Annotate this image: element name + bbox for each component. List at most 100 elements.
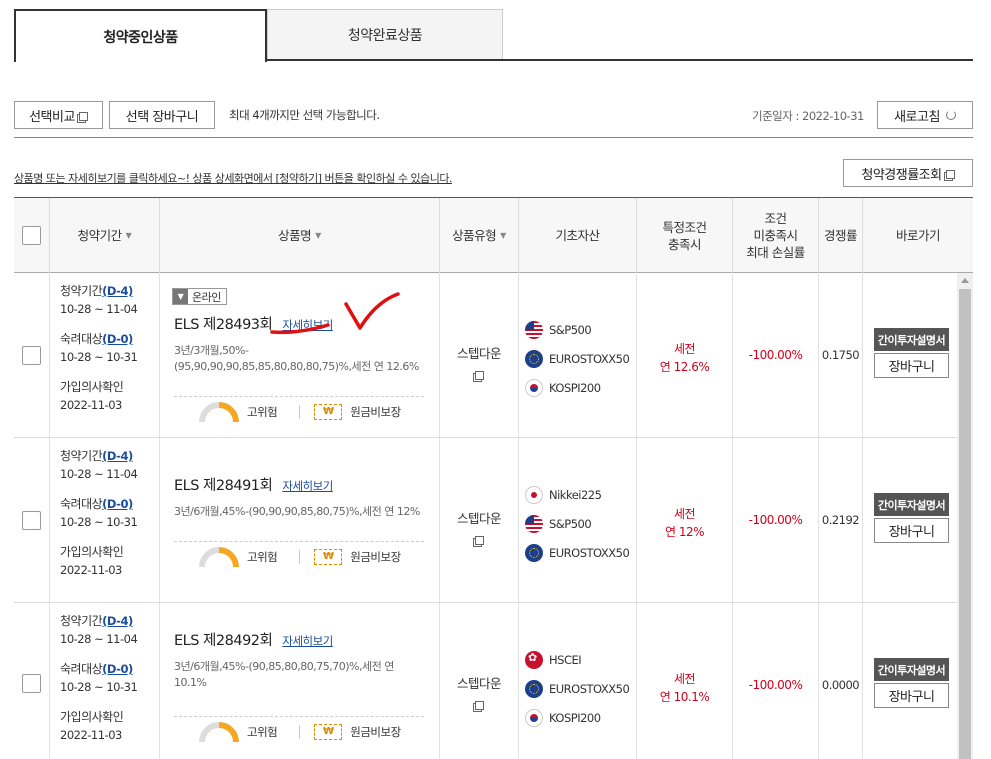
period-dates: 10-28 ~ 11-04	[60, 467, 138, 481]
type-cell: 스텝다운	[440, 438, 519, 602]
prospectus-button[interactable]: 간이투자설명서	[874, 493, 949, 516]
period-dday: (D-4)	[102, 284, 133, 298]
max-loss: -100.00%	[733, 603, 819, 759]
header-type-label: 상품유형	[452, 228, 497, 243]
period-cell: 청약기간(D-4) 10-28 ~ 11-04 숙려대상(D-0) 10-28 …	[50, 438, 160, 602]
row-checkbox[interactable]	[22, 673, 41, 693]
risk-separator	[299, 549, 301, 564]
won-icon: ₩	[314, 548, 343, 565]
scroll-thumb[interactable]	[959, 289, 971, 759]
cart-button-label: 선택 장바구니	[125, 109, 199, 125]
guide-text: 상품명 또는 자세히보기를 클릭하세요~! 상품 상세화면에서 [청약하기] 버…	[14, 172, 452, 185]
asset-item: S&P500	[525, 509, 636, 538]
refresh-button[interactable]: 새로고침	[877, 101, 973, 129]
period-cell: 청약기간(D-4) 10-28 ~ 11-04 숙려대상(D-0) 10-28 …	[50, 603, 160, 759]
header-max-loss: 조건 미충족시 최대 손실률	[733, 198, 819, 273]
us-flag-icon	[525, 514, 543, 533]
max-loss: -100.00%	[733, 273, 819, 437]
asset-item: EUROSTOXX50	[525, 538, 636, 567]
asset-item: KOSPI200	[525, 703, 636, 732]
cart-button[interactable]: 장바구니	[874, 518, 949, 543]
asset-item: S&P500	[525, 315, 636, 344]
row-checkbox[interactable]	[22, 345, 41, 365]
header-loss-line2: 미충족시	[753, 228, 798, 243]
header-period[interactable]: 청약기간 ▼	[50, 198, 160, 273]
product-tabs: 청약중인상품 청약완료상품	[14, 9, 973, 62]
shortcut-cell: 간이투자설명서 장바구니	[863, 603, 957, 759]
tab-closed-subscriptions[interactable]: 청약완료상품	[267, 9, 503, 59]
vertical-scrollbar[interactable]	[957, 273, 973, 759]
header-loss-line3: 최대 손실률	[746, 245, 805, 260]
asset-name: EUROSTOXX50	[549, 351, 630, 366]
detail-link[interactable]: 자세히보기	[282, 633, 333, 649]
row-select-cell	[14, 603, 50, 759]
risk-gauge-icon	[199, 547, 239, 567]
detail-link[interactable]: 자세히보기	[282, 478, 333, 494]
target-dday[interactable]: (D-0)	[102, 662, 133, 676]
popup-icon[interactable]	[474, 701, 484, 710]
target-dday[interactable]: (D-0)	[102, 497, 133, 511]
header-condition-line1: 특정조건	[662, 219, 707, 235]
product-description: 3년/6개월,45%-(90,90,90,85,80,75)%,세전 연 12%	[174, 505, 420, 518]
add-to-cart-button[interactable]: 선택 장바구니	[109, 101, 215, 129]
asset-name: S&P500	[549, 322, 592, 337]
won-icon: ₩	[314, 723, 343, 740]
header-name[interactable]: 상품명 ▼	[160, 198, 440, 273]
confirm-date: 2022-11-03	[60, 728, 122, 742]
online-badge: ▼ 온라인	[172, 288, 227, 305]
condition-line1: 세전	[673, 507, 696, 521]
condition-cell: 세전 연 12%	[637, 438, 733, 602]
product-name[interactable]: ELS 제28492회	[174, 629, 273, 650]
shortcut-cell: 간이투자설명서 장바구니	[863, 273, 957, 437]
base-date: 기준일자 : 2022-10-31	[752, 109, 864, 123]
period-dates: 10-28 ~ 11-04	[60, 302, 138, 316]
product-name[interactable]: ELS 제28493회	[174, 313, 273, 334]
competition-rate-button[interactable]: 청약경쟁률조회	[843, 159, 973, 187]
period-dates: 10-28 ~ 11-04	[60, 632, 138, 646]
scroll-up-arrow-icon[interactable]	[961, 278, 969, 283]
asset-item: EUROSTOXX50	[525, 674, 636, 703]
risk-gauge-icon	[199, 722, 239, 742]
prospectus-button[interactable]: 간이투자설명서	[874, 328, 949, 351]
tab-open-subscriptions[interactable]: 청약중인상품	[14, 9, 267, 62]
prospectus-button[interactable]: 간이투자설명서	[874, 658, 949, 681]
header-name-label: 상품명	[278, 228, 312, 243]
eu-flag-icon	[525, 543, 543, 562]
cart-button[interactable]: 장바구니	[874, 353, 949, 378]
target-dates: 10-28 ~ 10-31	[60, 680, 138, 694]
competition-rate: 0.1750	[819, 273, 863, 437]
condition-line2: 연 12%	[664, 525, 705, 539]
max-loss: -100.00%	[733, 438, 819, 602]
header-competition: 경쟁률	[819, 198, 863, 273]
popup-icon[interactable]	[474, 536, 484, 545]
eu-flag-icon	[525, 349, 543, 368]
row-checkbox[interactable]	[22, 510, 41, 530]
condition-line2: 연 12.6%	[659, 360, 710, 374]
select-all-cell	[14, 198, 50, 273]
us-flag-icon	[525, 320, 543, 339]
product-name[interactable]: ELS 제28491회	[174, 474, 273, 495]
product-description: 3년/6개월,45%-(90,85,80,80,75,70)%,세전 연 10.…	[174, 660, 394, 689]
condition-line1: 세전	[673, 672, 696, 686]
principal-guarantee: 원금비보장	[350, 724, 401, 739]
selection-limit-note: 최대 4개까지만 선택 가능합니다.	[229, 108, 380, 122]
sort-arrow-icon: ▼	[315, 231, 321, 240]
cart-button[interactable]: 장바구니	[874, 683, 949, 708]
target-label: 숙려대상	[60, 332, 103, 346]
compare-button[interactable]: 선택비교	[14, 101, 103, 129]
competition-rate: 0.2192	[819, 438, 863, 602]
target-dday[interactable]: (D-0)	[102, 332, 133, 346]
risk-level: 고위험	[247, 404, 278, 419]
asset-name: KOSPI200	[549, 710, 601, 725]
table-row: 청약기간(D-4) 10-28 ~ 11-04 숙려대상(D-0) 10-28 …	[14, 273, 957, 438]
target-dates: 10-28 ~ 10-31	[60, 515, 138, 529]
confirm-label: 가입의사확인	[60, 710, 124, 724]
sort-arrow-icon: ▼	[500, 231, 506, 240]
confirm-date: 2022-11-03	[60, 563, 122, 577]
table-row: 청약기간(D-4) 10-28 ~ 11-04 숙려대상(D-0) 10-28 …	[14, 438, 957, 603]
popup-icon[interactable]	[474, 371, 484, 380]
period-label: 청약기간	[60, 614, 103, 628]
header-type[interactable]: 상품유형 ▼	[440, 198, 519, 273]
asset-item: Nikkei225	[525, 480, 636, 509]
select-all-checkbox[interactable]	[22, 226, 41, 245]
